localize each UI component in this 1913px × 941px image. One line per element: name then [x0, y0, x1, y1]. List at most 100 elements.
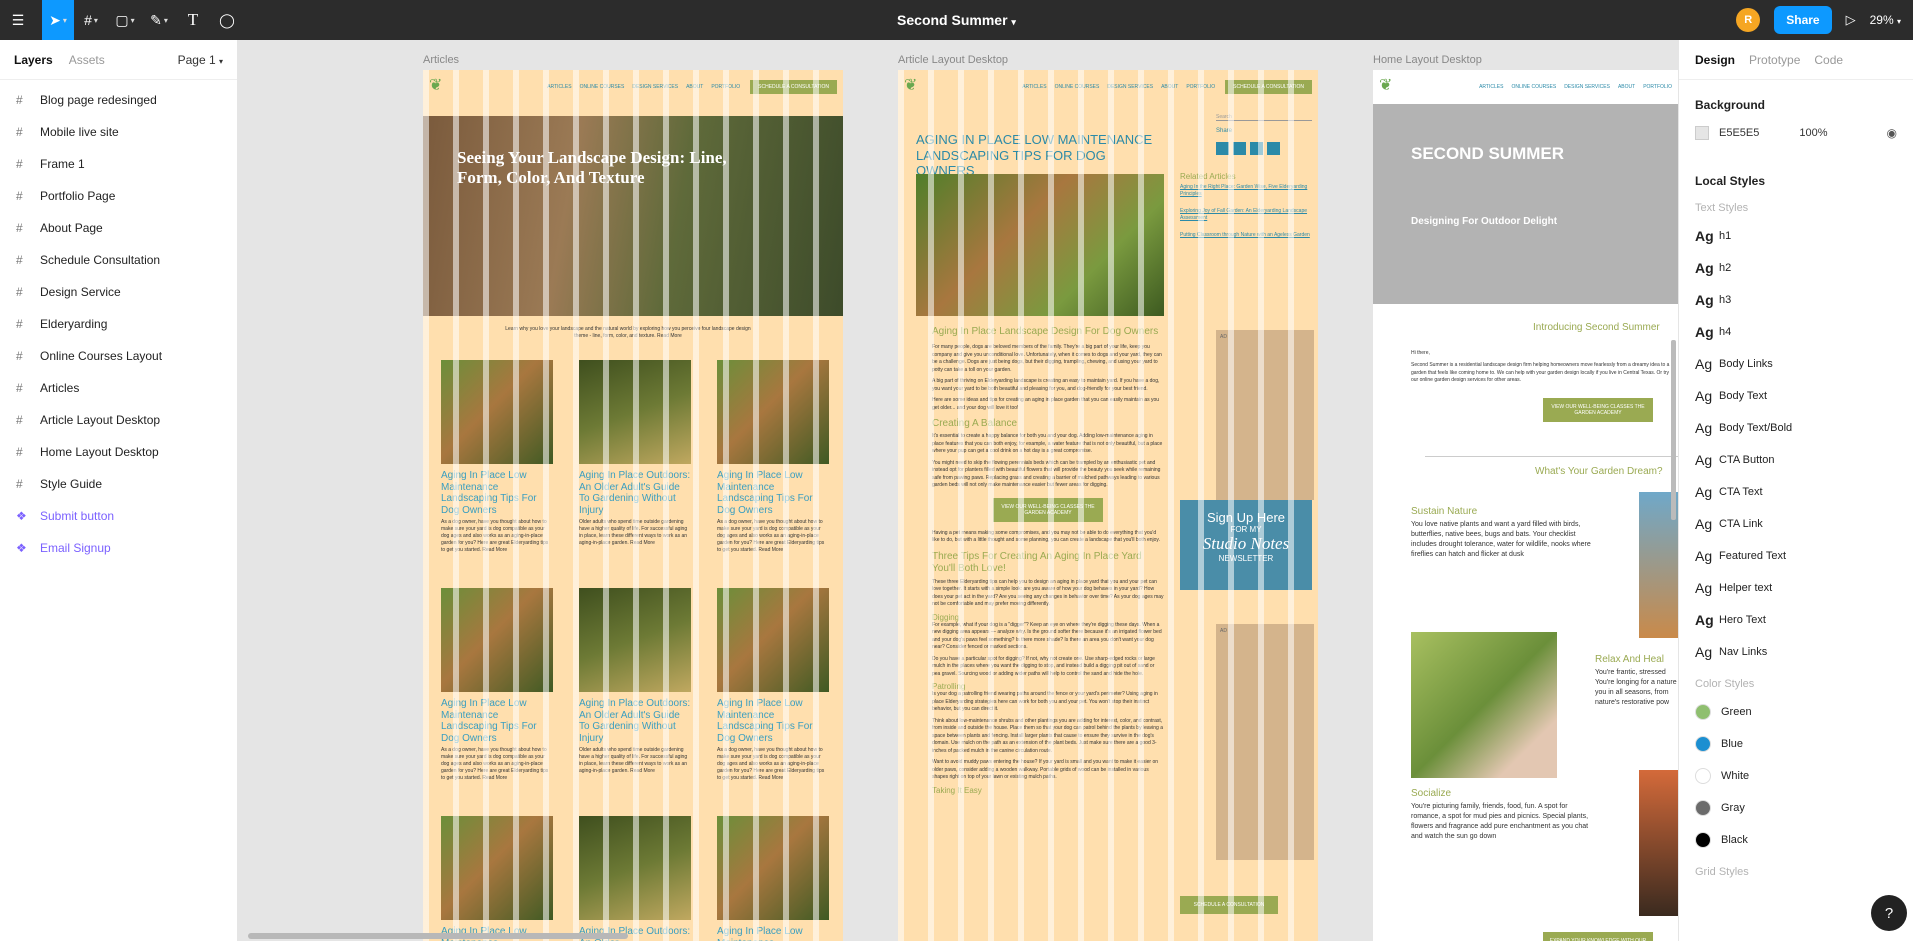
layer-item[interactable]: ❖ Submit button	[0, 500, 237, 532]
color-style-item[interactable]: Gray	[1679, 792, 1913, 824]
text-style-item[interactable]: Ag Nav Links	[1679, 636, 1913, 668]
text-style-item[interactable]: Ag h4	[1679, 316, 1913, 348]
background-opacity[interactable]: 100%	[1799, 127, 1827, 139]
email-icon[interactable]	[1267, 142, 1280, 155]
frame-tool-button[interactable]: # ▾	[74, 0, 108, 40]
color-style-item[interactable]: Blue	[1679, 728, 1913, 760]
article-card[interactable]: Aging In Place Low Maintenance Landscapi…	[717, 360, 829, 554]
nav-link[interactable]: ABOUT	[686, 84, 703, 90]
present-icon[interactable]: ▷	[1846, 12, 1856, 28]
twitter-icon[interactable]	[1233, 142, 1246, 155]
design-canvas[interactable]: Articles ❦ ARTICLES ONLINE COURSES DESIGN …	[238, 40, 1678, 941]
article-card[interactable]: Aging In Place Outdoors: An Older Adult'…	[579, 360, 691, 547]
layer-item[interactable]: # About Page	[0, 212, 237, 244]
layer-item[interactable]: # Article Layout Desktop	[0, 404, 237, 436]
article-layout-frame[interactable]: ❦ ARTICLES ONLINE COURSES DESIGN SERVICES A…	[898, 70, 1318, 941]
move-tool-button[interactable]: ➤ ▾	[42, 0, 74, 40]
tab-design[interactable]: Design	[1695, 53, 1735, 67]
article-card[interactable]: Aging In Place Outdoors: An Older Adult'…	[579, 588, 691, 775]
nav-link[interactable]: PORTFOLIO	[1643, 84, 1672, 90]
text-style-item[interactable]: Ag Hero Text	[1679, 604, 1913, 636]
tab-code[interactable]: Code	[1814, 53, 1843, 67]
facebook-icon[interactable]	[1216, 142, 1229, 155]
color-style-item[interactable]: Black	[1679, 824, 1913, 856]
layer-item[interactable]: # Portfolio Page	[0, 180, 237, 212]
tab-layers[interactable]: Layers	[14, 53, 53, 67]
layer-item[interactable]: # Blog page redesinged	[0, 84, 237, 116]
background-hex[interactable]: E5E5E5	[1719, 127, 1759, 139]
layer-item[interactable]: # Style Guide	[0, 468, 237, 500]
nav-link[interactable]: PORTFOLIO	[711, 84, 740, 90]
zoom-level[interactable]: 29% ▾	[1870, 13, 1901, 27]
layer-item[interactable]: # Elderyarding	[0, 308, 237, 340]
text-style-item[interactable]: Ag CTA Link	[1679, 508, 1913, 540]
avatar[interactable]: R	[1736, 8, 1761, 32]
article-card[interactable]: Aging In Place Low Maintenance Landscapi…	[441, 588, 553, 782]
color-style-item[interactable]: Green	[1679, 696, 1913, 728]
text-style-item[interactable]: Ag Helper text	[1679, 572, 1913, 604]
layer-item[interactable]: # Online Courses Layout	[0, 340, 237, 372]
tab-assets[interactable]: Assets	[69, 53, 105, 67]
nav-link[interactable]: ARTICLES	[547, 84, 571, 90]
nav-link[interactable]: DESIGN SERVICES	[1107, 84, 1153, 90]
articles-nav-cta[interactable]: SCHEDULE A CONSULTATION	[750, 80, 837, 94]
text-style-item[interactable]: Ag Featured Text	[1679, 540, 1913, 572]
article-cta-button[interactable]: VIEW OUR WELL-BEING CLASSES THE GARDEN A…	[993, 497, 1103, 522]
text-style-item[interactable]: Ag Body Text	[1679, 380, 1913, 412]
nav-link[interactable]: ARTICLES	[1022, 84, 1046, 90]
articles-frame[interactable]: ❦ ARTICLES ONLINE COURSES DESIGN SERVICES A…	[423, 70, 843, 941]
horizontal-scrollbar[interactable]	[248, 933, 628, 939]
nav-link[interactable]: PORTFOLIO	[1186, 84, 1215, 90]
article-search-input[interactable]: Search	[1216, 114, 1312, 121]
article-card[interactable]: Aging In Place Low Maintenance Landscapi…	[717, 588, 829, 782]
nav-link[interactable]: ONLINE COURSES	[1055, 84, 1100, 90]
share-button[interactable]: Share	[1774, 6, 1832, 34]
text-style-item[interactable]: Ag CTA Button	[1679, 444, 1913, 476]
layer-item[interactable]: # Articles	[0, 372, 237, 404]
nav-link[interactable]: DESIGN SERVICES	[1564, 84, 1610, 90]
nav-link[interactable]: DESIGN SERVICES	[632, 84, 678, 90]
newsletter-signup-banner[interactable]: Sign Up Here FOR MY Studio Notes NEWSLET…	[1180, 500, 1312, 590]
shape-tool-button[interactable]: ▢ ▾	[108, 0, 142, 40]
article-card[interactable]: Aging In Place Low Maintenance	[441, 816, 553, 941]
related-article-link[interactable]: Aging In the Right Place: Garden Wise, F…	[1180, 184, 1312, 198]
main-menu-button[interactable]: ☰	[0, 0, 36, 40]
text-style-item[interactable]: Ag Body Links	[1679, 348, 1913, 380]
layer-item[interactable]: # Design Service	[0, 276, 237, 308]
tab-prototype[interactable]: Prototype	[1749, 53, 1800, 67]
nav-link[interactable]: ABOUT	[1161, 84, 1178, 90]
layer-item[interactable]: # Mobile live site	[0, 116, 237, 148]
background-swatch[interactable]	[1695, 126, 1709, 140]
text-tool-button[interactable]: T	[176, 0, 210, 40]
layer-item[interactable]: # Home Layout Desktop	[0, 436, 237, 468]
text-style-item[interactable]: Ag h2	[1679, 252, 1913, 284]
frame-label-articles[interactable]: Articles	[423, 54, 459, 66]
frame-label-article-layout[interactable]: Article Layout Desktop	[898, 54, 1008, 66]
related-article-link[interactable]: Putting Classroom through Nature with an…	[1180, 232, 1312, 239]
related-article-link[interactable]: Exploring Joy of Fall Garden: An Elderya…	[1180, 208, 1312, 222]
text-style-item[interactable]: Ag Body Text/Bold	[1679, 412, 1913, 444]
file-title[interactable]: Second Summer ▾	[897, 12, 1016, 28]
frame-label-home-layout[interactable]: Home Layout Desktop	[1373, 54, 1482, 66]
comment-tool-button[interactable]: ◯	[210, 0, 244, 40]
article-card[interactable]: Aging In Place Low Maintenance	[717, 816, 829, 941]
layer-item[interactable]: # Frame 1	[0, 148, 237, 180]
article-nav-cta[interactable]: SCHEDULE A CONSULTATION	[1225, 80, 1312, 94]
eye-icon[interactable]: ◉	[1887, 126, 1897, 140]
nav-link[interactable]: ONLINE COURSES	[1511, 84, 1556, 90]
home-bottom-cta[interactable]: EXPAND YOUR KNOWLEDGE WITH OUR	[1543, 932, 1653, 941]
pen-tool-button[interactable]: ✎ ▾	[142, 0, 176, 40]
layer-item[interactable]: ❖ Email Signup	[0, 532, 237, 564]
help-button[interactable]: ?	[1871, 895, 1907, 931]
home-layout-frame[interactable]: ❦ ARTICLES ONLINE COURSES DESIGN SERVICES A…	[1373, 70, 1678, 941]
vertical-scrollbar[interactable]	[1671, 340, 1676, 520]
pinterest-icon[interactable]	[1250, 142, 1263, 155]
page-selector[interactable]: Page 1 ▾	[178, 53, 223, 67]
nav-link[interactable]: ONLINE COURSES	[580, 84, 625, 90]
nav-link[interactable]: ABOUT	[1618, 84, 1635, 90]
text-style-item[interactable]: Ag CTA Text	[1679, 476, 1913, 508]
sidebar-consultation-button[interactable]: SCHEDULE A CONSULTATION	[1180, 896, 1278, 914]
article-card[interactable]: Aging In Place Outdoors: An Older	[579, 816, 691, 941]
nav-link[interactable]: ARTICLES	[1479, 84, 1503, 90]
layer-item[interactable]: # Schedule Consultation	[0, 244, 237, 276]
